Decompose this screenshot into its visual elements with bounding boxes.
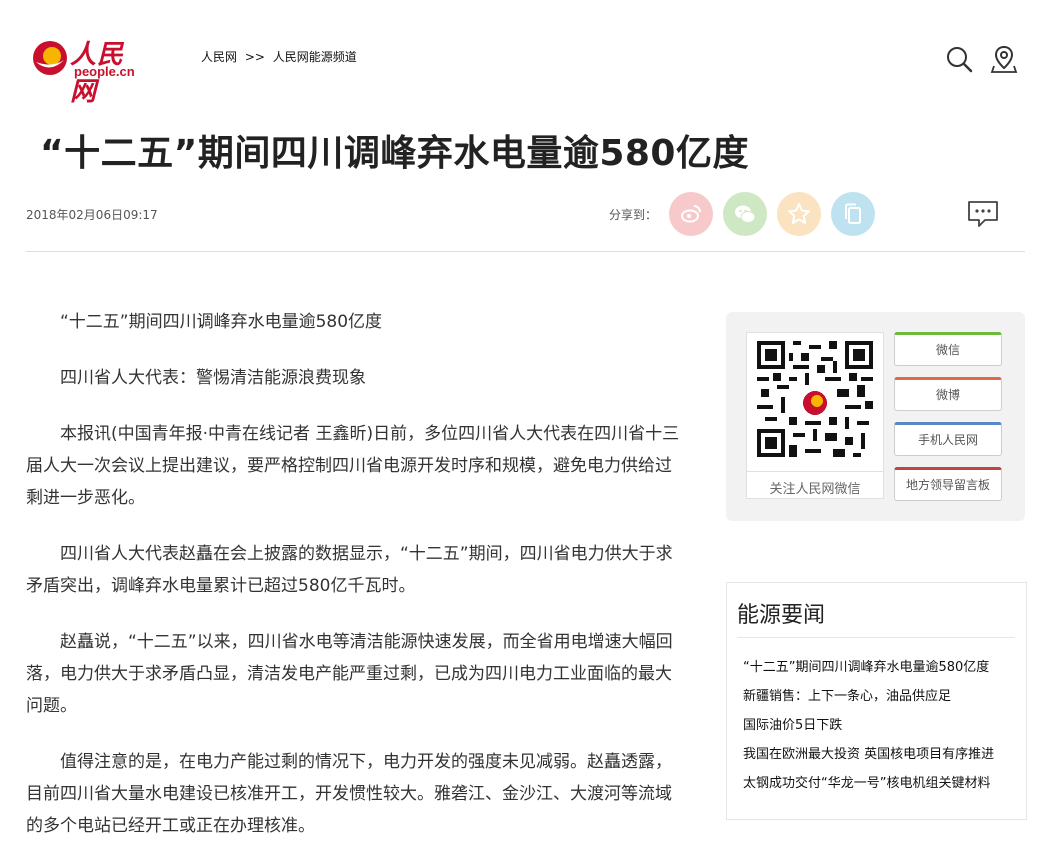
- energy-news-divider: [737, 637, 1015, 638]
- article-paragraph: 四川省人大代表赵矗在会上披露的数据显示，“十二五”期间，四川省电力供大于求矛盾突…: [26, 544, 673, 596]
- news-item-link[interactable]: “十二五”期间四川调峰弃水电量逾580亿度: [743, 653, 1013, 682]
- leader-message-board-button[interactable]: 地方领导留言板: [894, 467, 1002, 501]
- follow-panel: 关注人民网微信 微信 微博 手机人民网 地方领导留言板: [726, 312, 1025, 521]
- location-icon[interactable]: [989, 44, 1019, 74]
- site-logo[interactable]: 人民网 people.cn: [30, 34, 150, 107]
- star-icon: [788, 203, 810, 224]
- copy-icon: [845, 203, 861, 224]
- article-date: 2018年02月06日09:17: [26, 208, 158, 222]
- article-paragraph: 赵矗说，“十二五”以来，四川省水电等清洁能源快速发展，而全省用电增速大幅回落，电…: [26, 632, 673, 716]
- share-wechat-button[interactable]: [723, 192, 767, 236]
- header-divider: [26, 251, 1025, 252]
- energy-news-panel: 能源要闻 “十二五”期间四川调峰弃水电量逾580亿度 新疆销售：上下一条心，油品…: [726, 582, 1027, 820]
- share-label: 分享到：: [609, 208, 658, 222]
- weibo-icon: [681, 205, 701, 223]
- breadcrumb: 人民网 >> 人民网能源频道: [201, 48, 361, 65]
- news-item-link[interactable]: 国际油价5日下跌: [743, 711, 1013, 740]
- energy-news-title: 能源要闻: [737, 603, 826, 628]
- comment-icon[interactable]: [967, 200, 999, 228]
- energy-news-list: “十二五”期间四川调峰弃水电量逾580亿度 新疆销售：上下一条心，油品供应足 国…: [743, 653, 1013, 798]
- breadcrumb-separator: >>: [244, 50, 265, 64]
- logo-emblem-icon: [33, 41, 67, 75]
- share-copy-button[interactable]: [831, 192, 875, 236]
- article-paragraph: 本报讯(中国青年报·中青在线记者 王鑫昕)日前，多位四川省人大代表在四川省十三届…: [26, 424, 680, 508]
- mobile-site-link-button[interactable]: 手机人民网: [894, 422, 1002, 456]
- breadcrumb-home-link[interactable]: 人民网: [201, 50, 237, 64]
- article-body: “十二五”期间四川调峰弃水电量逾580亿度 四川省人大代表：警惕清洁能源浪费现象…: [26, 306, 686, 866]
- wechat-icon: [735, 205, 756, 223]
- qr-caption: 关注人民网微信: [747, 471, 883, 497]
- search-icon[interactable]: [944, 44, 974, 74]
- weibo-link-button[interactable]: 微博: [894, 377, 1002, 411]
- share-favorite-button[interactable]: [777, 192, 821, 236]
- news-item-link[interactable]: 太钢成功交付“华龙一号”核电机组关键材料: [743, 769, 1013, 798]
- article-paragraph: “十二五”期间四川调峰弃水电量逾580亿度: [60, 312, 383, 332]
- wechat-link-button[interactable]: 微信: [894, 332, 1002, 366]
- article-paragraph: 值得注意的是，在电力产能过剩的情况下，电力开发的强度未见减弱。赵矗透露，目前四川…: [26, 752, 672, 836]
- logo-text-en: people.cn: [74, 64, 135, 79]
- news-item-link[interactable]: 我国在欧洲最大投资 英国核电项目有序推进: [743, 740, 1013, 769]
- qr-card: 关注人民网微信: [746, 332, 884, 499]
- breadcrumb-channel-link[interactable]: 人民网能源频道: [273, 50, 357, 64]
- share-weibo-button[interactable]: [669, 192, 713, 236]
- article-paragraph: 四川省人大代表：警惕清洁能源浪费现象: [60, 368, 366, 388]
- qr-code: [757, 341, 873, 457]
- site-header: 人民网 people.cn 人民网 >> 人民网能源频道: [0, 0, 1045, 107]
- news-item-link[interactable]: 新疆销售：上下一条心，油品供应足: [743, 682, 1013, 711]
- article-title: “十二五”期间四川调峰弃水电量逾580亿度: [40, 133, 749, 174]
